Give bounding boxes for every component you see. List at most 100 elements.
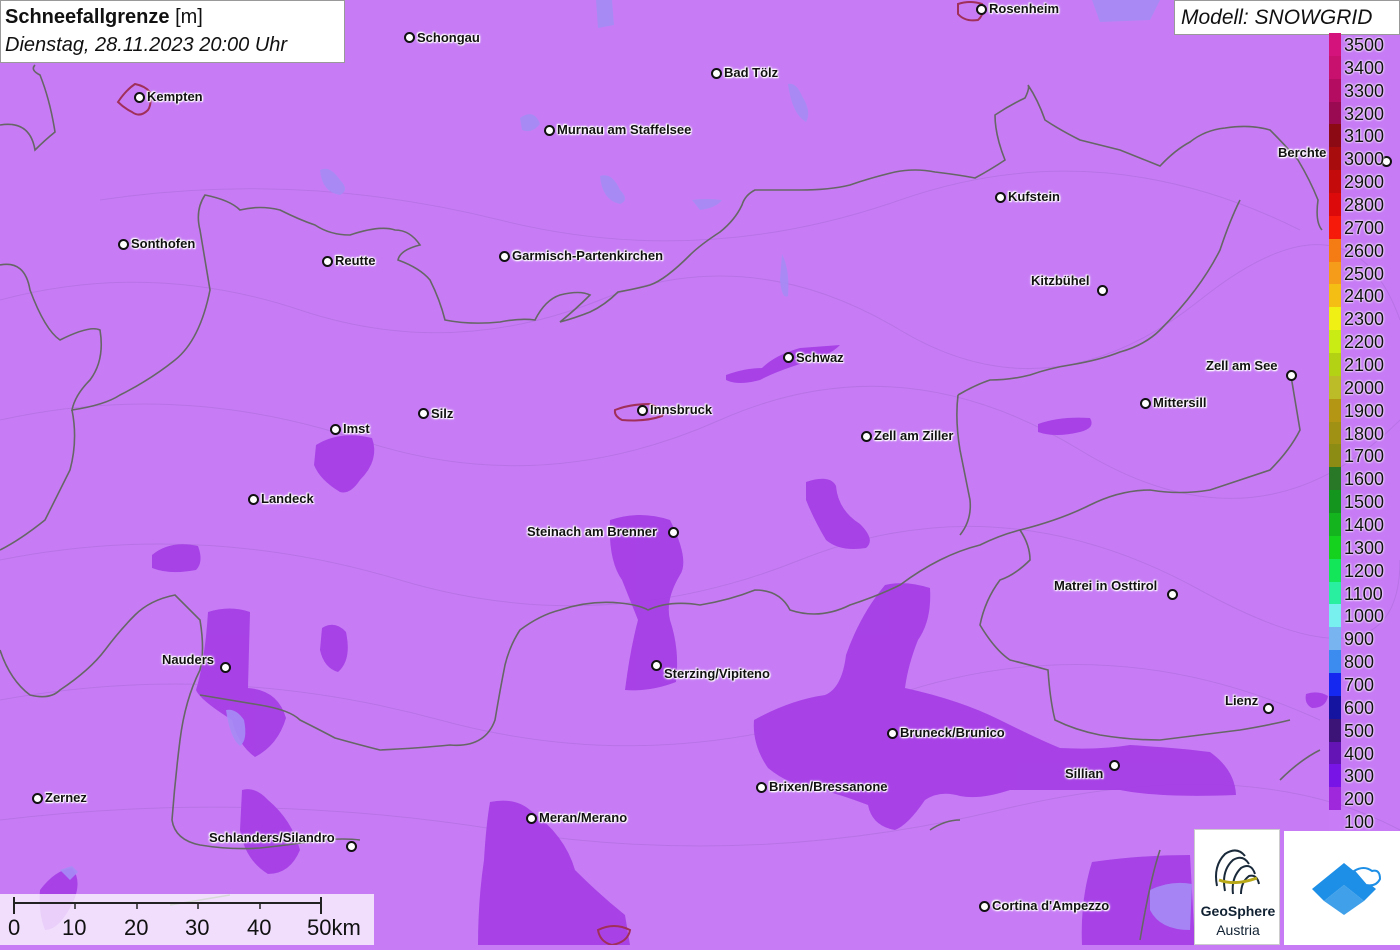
city-label-innsbruck[interactable]: Innsbruck <box>650 402 712 418</box>
legend-label-2900: 2900 <box>1344 172 1385 193</box>
city-label-mittersill[interactable]: Mittersill <box>1153 395 1206 411</box>
city-label-bruneck[interactable]: Bruneck/Brunico <box>900 725 1005 741</box>
city-label-meran[interactable]: Meran/Merano <box>539 810 627 826</box>
city-label-sterzing[interactable]: Sterzing/Vipiteno <box>664 666 770 682</box>
legend-label-2300: 2300 <box>1344 309 1385 330</box>
title-unit: [m] <box>175 6 203 28</box>
city-dot-schlanders <box>346 841 357 852</box>
legend-swatch-2600 <box>1329 238 1341 262</box>
city-label-brixen[interactable]: Brixen/Bressanone <box>769 779 888 795</box>
city-dot-sterzing <box>651 660 662 671</box>
legend-row-1900: 1900 <box>1329 398 1400 422</box>
city-label-landeck[interactable]: Landeck <box>261 491 314 507</box>
legend-label-1800: 1800 <box>1344 423 1385 444</box>
legend-row-3100: 3100 <box>1329 124 1400 148</box>
city-dot-nauders <box>220 662 231 673</box>
city-dot-schwaz <box>783 352 794 363</box>
city-label-kitzbuehel[interactable]: Kitzbühel <box>1031 273 1090 289</box>
legend-label-2000: 2000 <box>1344 377 1385 398</box>
snowfall-line-map[interactable] <box>0 0 1400 945</box>
legend-row-900: 900 <box>1329 627 1400 651</box>
city-label-bad-toelz[interactable]: Bad Tölz <box>724 65 778 81</box>
city-label-imst[interactable]: Imst <box>343 421 370 437</box>
legend-row-1300: 1300 <box>1329 535 1400 559</box>
geosphere-logo[interactable]: GeoSphere Austria <box>1194 829 1280 945</box>
city-label-schlanders[interactable]: Schlanders/Silandro <box>209 830 335 846</box>
map-title-box: Schneefallgrenze [m] Dienstag, 28.11.202… <box>0 0 345 63</box>
title-main: Schneefallgrenze <box>5 6 170 28</box>
model-label: Modell: SNOWGRID <box>1174 0 1400 35</box>
legend-row-2900: 2900 <box>1329 170 1400 193</box>
city-label-nauders[interactable]: Nauders <box>162 652 214 668</box>
city-label-steinach[interactable]: Steinach am Brenner <box>527 524 657 540</box>
city-label-zernez[interactable]: Zernez <box>45 790 87 806</box>
city-label-schongau[interactable]: Schongau <box>417 30 480 46</box>
legend-swatch-3100 <box>1329 124 1341 148</box>
legend-label-2500: 2500 <box>1344 263 1385 284</box>
legend-swatch-600 <box>1329 695 1341 719</box>
city-label-zell-am-ziller[interactable]: Zell am Ziller <box>874 428 953 444</box>
legend-swatch-1600 <box>1329 467 1341 491</box>
legend-label-3400: 3400 <box>1344 57 1385 78</box>
legend-swatch-1500 <box>1329 490 1341 513</box>
legend-swatch-2300 <box>1329 307 1341 331</box>
city-dot-sillian <box>1109 760 1120 771</box>
legend-label-1700: 1700 <box>1344 446 1385 467</box>
city-label-cortina[interactable]: Cortina d'Ampezzo <box>992 898 1109 914</box>
legend-label-3200: 3200 <box>1344 103 1385 124</box>
city-label-zell-am-see[interactable]: Zell am See <box>1206 358 1278 374</box>
snowgrid-logo[interactable] <box>1284 831 1400 945</box>
city-label-garmisch[interactable]: Garmisch-Partenkirchen <box>512 248 663 264</box>
city-label-berchtesgaden[interactable]: Berchte <box>1278 145 1326 161</box>
city-dot-bad-toelz <box>711 68 722 79</box>
legend-row-2800: 2800 <box>1329 193 1400 216</box>
legend-swatch-2000 <box>1329 375 1341 399</box>
legend-label-2200: 2200 <box>1344 332 1385 353</box>
city-label-rosenheim[interactable]: Rosenheim <box>989 1 1059 17</box>
legend-row-1000: 1000 <box>1329 604 1400 628</box>
city-label-schwaz[interactable]: Schwaz <box>796 350 844 366</box>
legend-swatch-900 <box>1329 627 1341 651</box>
city-dot-schongau <box>404 32 415 43</box>
legend-swatch-200 <box>1329 787 1341 811</box>
legend-swatch-3500 <box>1329 33 1341 56</box>
city-label-kufstein[interactable]: Kufstein <box>1008 189 1060 205</box>
legend-row-2600: 2600 <box>1329 238 1400 262</box>
city-label-kempten[interactable]: Kempten <box>147 89 203 105</box>
legend-row-2000: 2000 <box>1329 375 1400 399</box>
city-label-silz[interactable]: Silz <box>431 406 453 422</box>
legend-row-2200: 2200 <box>1329 330 1400 353</box>
city-label-sillian[interactable]: Sillian <box>1065 766 1103 782</box>
legend-label-1500: 1500 <box>1344 492 1385 513</box>
legend-swatch-1300 <box>1329 535 1341 559</box>
legend-row-1400: 1400 <box>1329 513 1400 536</box>
legend-label-200: 200 <box>1344 789 1375 810</box>
city-label-reutte[interactable]: Reutte <box>335 253 375 269</box>
legend-label-1600: 1600 <box>1344 469 1385 490</box>
legend-row-3000: 3000 <box>1329 147 1400 171</box>
city-label-murnau[interactable]: Murnau am Staffelsee <box>557 122 691 138</box>
legend-swatch-1200 <box>1329 558 1341 582</box>
city-dot-murnau <box>544 125 555 136</box>
scale-bar: 0 10 20 30 40 50km <box>0 894 374 945</box>
legend-row-400: 400 <box>1329 741 1400 765</box>
city-dot-zernez <box>32 793 43 804</box>
legend-swatch-1700 <box>1329 444 1341 468</box>
city-label-matrei[interactable]: Matrei in Osttirol <box>1054 578 1157 594</box>
legend-label-2600: 2600 <box>1344 240 1385 261</box>
city-dot-zell-am-see <box>1286 370 1297 381</box>
legend-swatch-800 <box>1329 650 1341 673</box>
city-label-lienz[interactable]: Lienz <box>1225 693 1258 709</box>
city-dot-imst <box>330 424 341 435</box>
city-label-sonthofen[interactable]: Sonthofen <box>131 236 195 252</box>
legend-swatch-100 <box>1329 810 1341 833</box>
legend-label-1200: 1200 <box>1344 560 1385 581</box>
legend-row-1700: 1700 <box>1329 444 1400 468</box>
city-dot-kitzbuehel <box>1097 285 1108 296</box>
legend-swatch-2900 <box>1329 170 1341 193</box>
scale-tick-20: 20 <box>124 915 149 940</box>
city-dot-bruneck <box>887 728 898 739</box>
city-dot-meran <box>526 813 537 824</box>
legend-label-700: 700 <box>1344 675 1375 695</box>
legend-swatch-2100 <box>1329 353 1341 376</box>
